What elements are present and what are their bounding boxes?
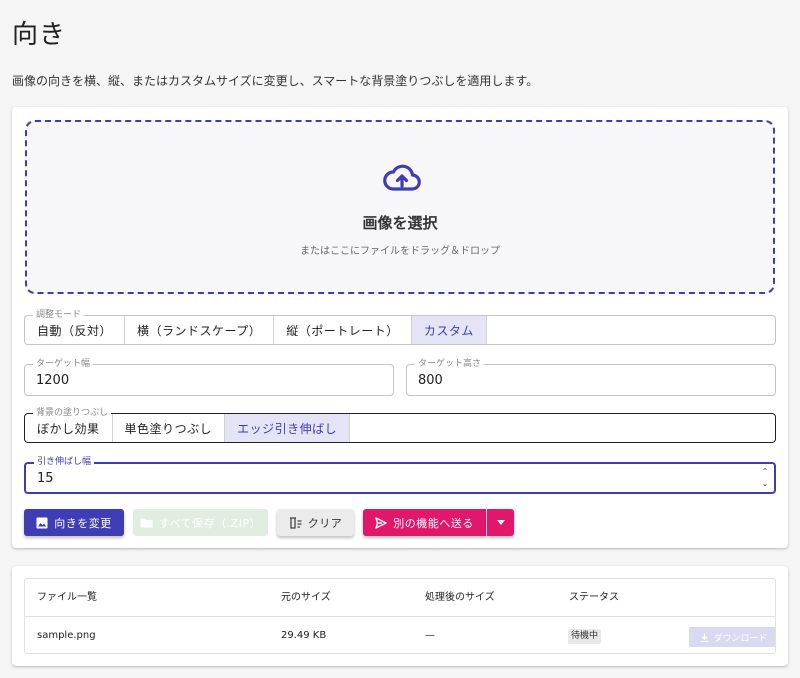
send-to-feature-button[interactable]: 別の機能へ送る <box>363 509 486 536</box>
target-width-legend: ターゲット幅 <box>33 358 94 370</box>
target-height-value: 800 <box>418 373 443 388</box>
fill-edge-stretch-button[interactable]: エッジ引き伸ばし <box>225 414 351 442</box>
page-title: 向き <box>12 20 67 50</box>
file-list-card: ファイル一覧 元のサイズ 処理後のサイズ ステータス sample.png 29… <box>12 566 788 666</box>
mode-toggle-group: 調整モード 自動（反対） 横（ランドスケープ） 縦（ポートレート） カスタム <box>24 309 776 345</box>
clear-button-label: クリア <box>307 516 343 530</box>
page-description: 画像の向きを横、縦、またはカスタムサイズに変更し、スマートな背景塗りつぶしを適用… <box>12 74 539 88</box>
background-fill-toggle-group: 背景の塗りつぶし ぼかし効果 単色塗りつぶし エッジ引き伸ばし <box>24 407 776 443</box>
rotate-button-label: 向きを変更 <box>54 516 112 530</box>
dropzone-subtitle: またはここにファイルをドラッグ＆ドロップ <box>300 246 500 257</box>
dropzone-title: 画像を選択 <box>362 214 438 232</box>
settings-card: 画像を選択 またはここにファイルをドラッグ＆ドロップ 調整モード 自動（反対） … <box>12 107 788 548</box>
stretch-width-value: 15 <box>37 471 54 486</box>
file-table: ファイル一覧 元のサイズ 処理後のサイズ ステータス sample.png 29… <box>24 578 776 654</box>
clear-button[interactable]: クリア <box>277 509 354 536</box>
table-row: sample.png 29.49 KB — 待機中 ダウンロード <box>25 617 775 653</box>
stepper-down-icon[interactable]: ⌄ <box>760 478 770 490</box>
table-header-row: ファイル一覧 元のサイズ 処理後のサイズ ステータス <box>25 579 775 617</box>
header-status: ステータス <box>569 592 619 603</box>
mode-auto-button[interactable]: 自動（反対） <box>25 316 126 344</box>
send-menu-dropdown-button[interactable] <box>487 509 514 536</box>
header-file-list: ファイル一覧 <box>37 592 97 603</box>
send-button-label: 別の機能へ送る <box>393 516 474 530</box>
send-icon <box>375 516 387 529</box>
fill-solid-button[interactable]: 単色塗りつぶし <box>113 414 226 442</box>
mode-portrait-button[interactable]: 縦（ポートレート） <box>274 316 412 344</box>
rotate-button[interactable]: 向きを変更 <box>24 509 124 536</box>
save-all-button[interactable]: すべて保存（.ZIP） <box>133 509 268 536</box>
image-icon <box>36 517 48 528</box>
stepper-up-icon[interactable]: ⌃ <box>760 466 770 478</box>
save-all-button-label: すべて保存（.ZIP） <box>158 516 262 530</box>
image-dropzone[interactable]: 画像を選択 またはここにファイルをドラッグ＆ドロップ <box>25 120 775 294</box>
target-height-field[interactable]: ターゲット高さ 800 <box>406 358 776 396</box>
mode-landscape-button[interactable]: 横（ランドスケープ） <box>125 316 275 344</box>
file-name: sample.png <box>37 630 96 641</box>
target-width-field[interactable]: ターゲット幅 1200 <box>24 358 394 396</box>
number-stepper[interactable]: ⌃ ⌄ <box>760 466 770 492</box>
header-original-size: 元のサイズ <box>281 592 331 603</box>
stretch-width-legend: 引き伸ばし幅 <box>34 456 95 468</box>
fill-blur-button[interactable]: ぼかし効果 <box>25 414 113 442</box>
cloud-upload-icon <box>383 164 421 191</box>
stretch-width-field[interactable]: 引き伸ばし幅 15 ⌃ ⌄ <box>24 456 776 494</box>
folder-icon <box>140 518 153 528</box>
download-button-label: ダウンロード <box>713 633 768 644</box>
caret-down-icon <box>496 520 505 525</box>
file-original-size: 29.49 KB <box>281 630 327 641</box>
clear-list-icon <box>289 516 302 529</box>
file-processed-size: — <box>425 630 435 641</box>
mode-custom-button[interactable]: カスタム <box>411 316 487 344</box>
download-icon <box>700 633 709 642</box>
header-processed-size: 処理後のサイズ <box>425 592 495 603</box>
target-width-value: 1200 <box>36 373 70 388</box>
status-badge: 待機中 <box>568 629 602 644</box>
target-height-legend: ターゲット高さ <box>415 358 485 370</box>
download-button[interactable]: ダウンロード <box>689 627 775 647</box>
